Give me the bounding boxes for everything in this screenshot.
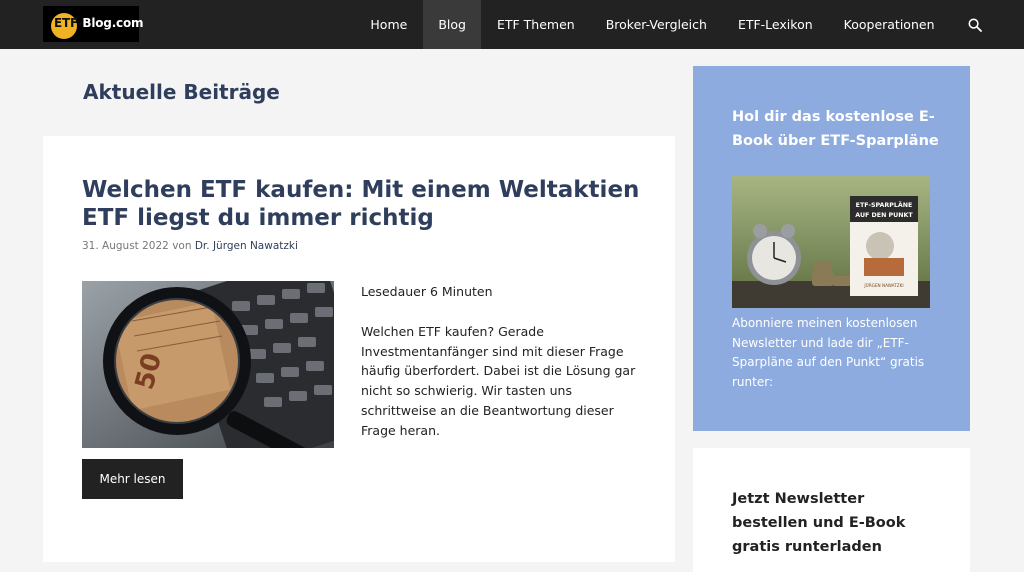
read-more-button[interactable]: Mehr lesen bbox=[82, 459, 183, 499]
book-cover-line1: ETF-SPARPLÄNE bbox=[856, 200, 913, 209]
nav-item-etf-themen[interactable]: ETF Themen bbox=[481, 0, 590, 49]
magnifier-calculator-image: 50 bbox=[82, 281, 334, 448]
main-nav: Home Blog ETF Themen Broker-Vergleich ET… bbox=[355, 0, 1024, 49]
post-by: von bbox=[172, 240, 192, 252]
nav-item-blog[interactable]: Blog bbox=[422, 0, 482, 49]
alarm-clock-book-image: ETF-SPARPLÄNE AUF DEN PUNKT JÜRGEN NAWAT… bbox=[732, 176, 930, 308]
newsletter-widget: Jetzt Newsletter bestellen und E-Book gr… bbox=[693, 448, 970, 572]
ebook-description: Abonniere meinen kostenlosen Newsletter … bbox=[732, 316, 925, 390]
ebook-widget: Hol dir das kostenlose E-Book über ETF-S… bbox=[693, 66, 970, 431]
top-navigation-bar: ETF-Blog.com Home Blog ETF Themen Broker… bbox=[0, 0, 1024, 49]
post-card: Welchen ETF kaufen: Mit einem Weltaktien… bbox=[43, 136, 675, 562]
search-icon bbox=[968, 17, 982, 32]
site-logo[interactable]: ETF-Blog.com bbox=[43, 6, 144, 42]
nav-item-broker-vergleich[interactable]: Broker-Vergleich bbox=[590, 0, 722, 49]
post-excerpt: Welchen ETF kaufen? Gerade Investmentanf… bbox=[361, 324, 636, 438]
post-author-link[interactable]: Dr. Jürgen Nawatzki bbox=[195, 240, 298, 252]
nav-item-etf-lexikon[interactable]: ETF-Lexikon bbox=[722, 0, 828, 49]
page-title: Aktuelle Beiträge bbox=[83, 80, 280, 104]
search-button[interactable] bbox=[950, 0, 1000, 49]
post-date[interactable]: 31. August 2022 bbox=[82, 240, 169, 252]
ebook-title: Hol dir das kostenlose E-Book über ETF-S… bbox=[732, 109, 939, 149]
post-meta: 31. August 2022 von Dr. Jürgen Nawatzki bbox=[82, 240, 298, 252]
ebook-image[interactable]: ETF-SPARPLÄNE AUF DEN PUNKT JÜRGEN NAWAT… bbox=[732, 176, 930, 308]
post-title-link[interactable]: Welchen ETF kaufen: Mit einem Weltaktien… bbox=[82, 176, 642, 232]
book-cover-line2: AUF DEN PUNKT bbox=[855, 212, 913, 219]
logo-text: ETF-Blog.com bbox=[54, 16, 144, 30]
post-thumbnail[interactable]: 50 bbox=[82, 281, 334, 448]
read-time: Lesedauer 6 Minuten bbox=[361, 284, 493, 299]
newsletter-title: Jetzt Newsletter bestellen und E-Book gr… bbox=[732, 491, 906, 555]
nav-item-home[interactable]: Home bbox=[355, 0, 423, 49]
nav-item-kooperationen[interactable]: Kooperationen bbox=[828, 0, 950, 49]
book-cover-author: JÜRGEN NAWATZKI bbox=[863, 283, 903, 288]
